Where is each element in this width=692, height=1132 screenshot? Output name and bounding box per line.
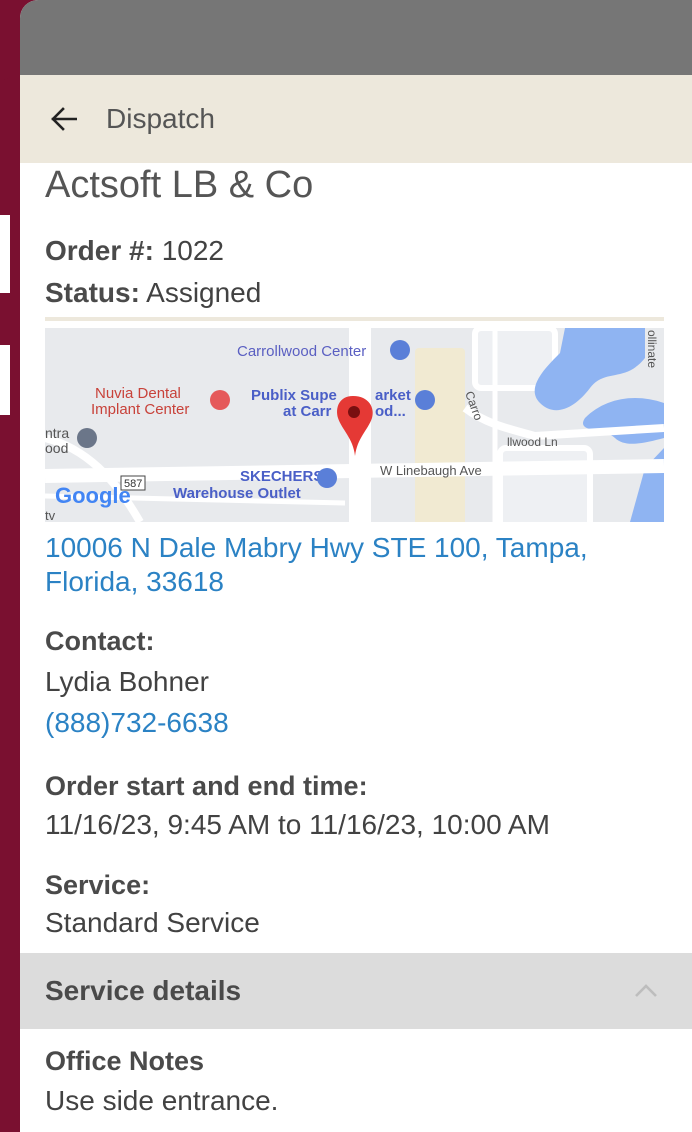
map-canvas: Carrollwood Center Nuvia Dental Implant … — [45, 328, 664, 522]
service-details-toggle[interactable]: Service details — [20, 953, 692, 1029]
map-label: ollinate — [645, 330, 659, 368]
location-map[interactable]: Carrollwood Center Nuvia Dental Implant … — [45, 328, 664, 522]
app-window: Dispatch Actsoft LB & Co Order #: 1022 S… — [20, 0, 692, 1132]
map-label: Warehouse Outlet — [173, 485, 301, 502]
map-label: SKECHERS — [240, 468, 323, 485]
status-value: Assigned — [139, 277, 262, 308]
map-label: ood — [45, 440, 68, 456]
arrow-left-icon — [51, 107, 77, 131]
divider — [45, 317, 664, 321]
map-label: Nuvia Dental — [95, 385, 181, 402]
order-number-row: Order #: 1022 — [45, 235, 224, 267]
page-title: Dispatch — [106, 103, 215, 134]
map-label: tv — [45, 508, 56, 522]
address-link[interactable]: 10006 N Dale Mabry Hwy STE 100, Tampa, F… — [45, 531, 665, 599]
service-value: Standard Service — [45, 907, 260, 938]
service-details-title: Service details — [45, 975, 242, 1006]
map-label: llwood Ln — [507, 435, 558, 449]
app-header: Dispatch — [20, 75, 692, 163]
status-row: Status: Assigned — [45, 277, 261, 309]
status-label: Status: — [45, 277, 140, 308]
schedule-label: Order start and end time: — [45, 771, 368, 801]
chevron-up-icon — [635, 984, 657, 997]
service-label: Service: — [45, 870, 151, 900]
contact-label: Contact: — [45, 626, 155, 656]
order-number-value: 1022 — [153, 235, 225, 266]
contact-phone-link[interactable]: (888)732-6638 — [45, 707, 229, 739]
customer-name: Actsoft LB & Co — [45, 164, 314, 206]
schedule-value: 11/16/23, 9:45 AM to 11/16/23, 10:00 AM — [45, 809, 550, 840]
map-label: od... — [375, 403, 406, 420]
google-logo: Google — [55, 483, 131, 508]
status-bar — [20, 0, 692, 75]
map-label: W Linebaugh Ave — [380, 463, 482, 478]
map-label: Carrollwood Center — [237, 343, 366, 360]
map-label: at Carr — [283, 403, 332, 420]
contact-name: Lydia Bohner — [45, 666, 209, 697]
backdrop-notch — [0, 345, 10, 415]
map-label: arket — [375, 387, 411, 404]
backdrop-notch — [0, 215, 10, 293]
device-backdrop — [0, 0, 20, 1132]
back-button[interactable] — [34, 89, 94, 149]
office-notes-value: Use side entrance. — [45, 1085, 279, 1116]
map-label: Implant Center — [91, 401, 189, 418]
order-number-label: Order #: — [45, 235, 154, 266]
map-label: Publix Supe — [251, 387, 337, 404]
map-label: ntra — [45, 425, 69, 441]
office-notes-label: Office Notes — [45, 1046, 205, 1076]
